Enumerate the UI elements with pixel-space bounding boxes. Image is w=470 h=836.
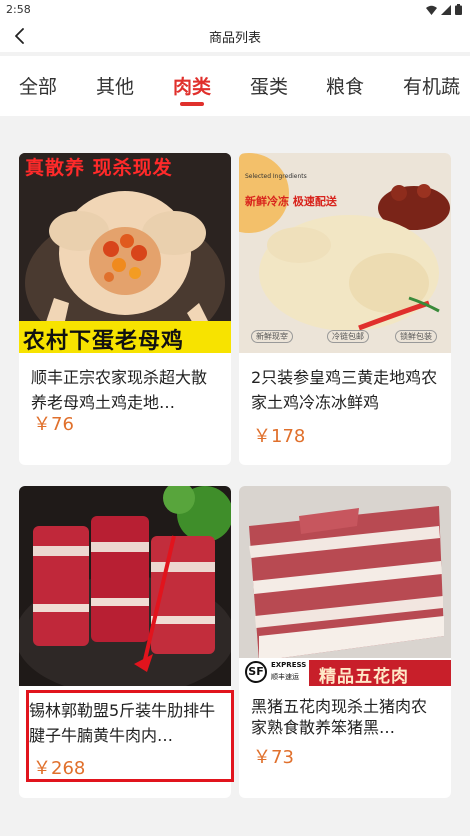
product-price: ￥178 xyxy=(253,426,306,447)
image-promo-text: 真散养 现杀现发 xyxy=(25,157,173,179)
tab-meat[interactable]: 肉类 xyxy=(173,72,211,99)
tab-eggs[interactable]: 蛋类 xyxy=(250,72,288,99)
active-tab-indicator xyxy=(180,102,204,106)
image-banner: 精品五花肉 xyxy=(309,660,451,686)
product-image: Selected Ingredients 新鲜冷冻 极速配送 新鲜现宰 冷链包邮… xyxy=(239,153,451,353)
tab-other[interactable]: 其他 xyxy=(96,72,134,99)
nav-bar: 商品列表 xyxy=(0,20,470,52)
status-bar: 2:58 xyxy=(0,0,470,20)
page-title: 商品列表 xyxy=(208,31,261,46)
highlight-box xyxy=(26,690,234,782)
image-promo-text: 新鲜冷冻 极速配送 xyxy=(245,195,337,208)
image-banner: 农村下蛋老母鸡 xyxy=(19,321,231,353)
sf-logo-sub: EXPRESS xyxy=(271,661,307,669)
product-price: ￥76 xyxy=(33,414,74,435)
tab-organic-vegetables[interactable]: 有机蔬 xyxy=(403,72,460,99)
chicken-image xyxy=(239,153,451,353)
image-banner-text: 农村下蛋老母鸡 xyxy=(23,329,185,353)
image-badge: 冷链包邮 xyxy=(327,330,369,343)
product-image: 真散养 现杀现发 农村下蛋老母鸡 xyxy=(19,153,231,353)
product-title: 2只装参皇鸡三黄走地鸡农家土鸡冷冻冰鲜鸡 xyxy=(251,368,438,412)
beef-ribs-image xyxy=(19,486,231,686)
product-card[interactable]: 真散养 现杀现发 农村下蛋老母鸡 顺丰正宗农家现杀超大散养老母鸡土鸡走地… ￥7… xyxy=(19,153,231,465)
product-title: 黑猪五花肉现杀土猪肉农家熟食散养笨猪黑… xyxy=(251,697,428,737)
product-title: 顺丰正宗农家现杀超大散养老母鸡土鸡走地… xyxy=(31,368,208,412)
battery-icon xyxy=(455,4,462,15)
tab-grain[interactable]: 粮食 xyxy=(326,72,364,99)
sf-logo-sub: 顺丰速运 xyxy=(271,673,299,681)
tab-all[interactable]: 全部 xyxy=(19,72,57,99)
product-card[interactable]: SF EXPRESS 顺丰速运 精品五花肉 黑猪五花肉现杀土猪肉农家熟食散养笨猪… xyxy=(239,486,451,798)
status-icons xyxy=(426,4,462,15)
product-price: ￥73 xyxy=(253,747,294,768)
status-time: 2:58 xyxy=(6,3,31,16)
image-small-text: Selected Ingredients xyxy=(245,173,307,180)
product-card[interactable]: Selected Ingredients 新鲜冷冻 极速配送 新鲜现宰 冷链包邮… xyxy=(239,153,451,465)
image-badge: 锁鲜包装 xyxy=(395,330,437,343)
category-tabs: 全部 其他 肉类 蛋类 粮食 有机蔬 xyxy=(0,56,470,116)
image-badge: 新鲜现宰 xyxy=(251,330,293,343)
wifi-icon xyxy=(426,5,437,15)
sf-logo: SF xyxy=(245,661,267,683)
product-image xyxy=(19,486,231,686)
product-image: SF EXPRESS 顺丰速运 精品五花肉 xyxy=(239,486,451,686)
signal-icon xyxy=(441,4,451,15)
pork-belly-image xyxy=(239,486,451,686)
image-banner-text: 精品五花肉 xyxy=(319,667,409,686)
